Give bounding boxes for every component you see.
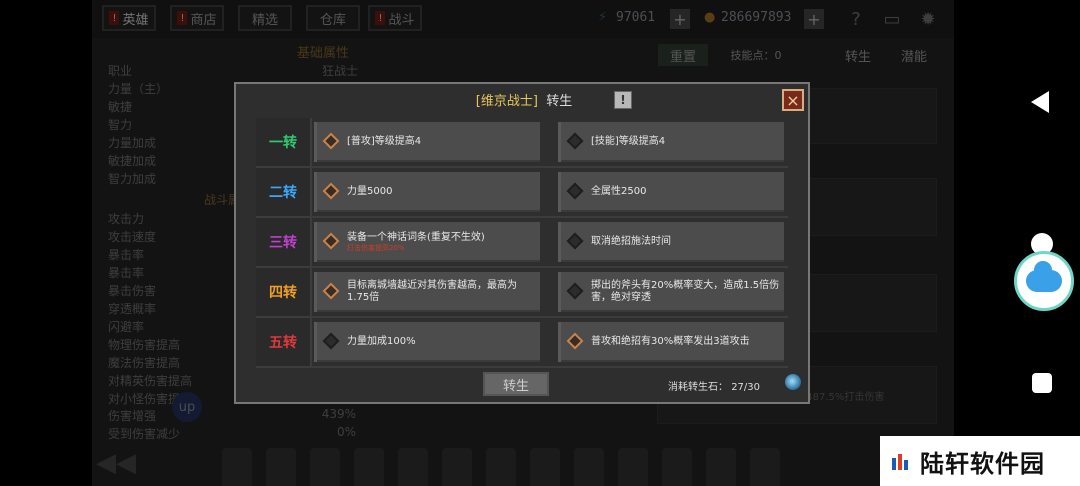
option-text: [技能]等级提高4 bbox=[591, 136, 666, 147]
watermark-text: 陆轩软件园 bbox=[920, 449, 1045, 478]
rebirth-dialog: [维京战士] 转生 ! × 一转 [普攻]等级提高4 [技能]等级提高4 二转 … bbox=[234, 82, 810, 404]
tab-featured[interactable]: 精选 bbox=[238, 5, 292, 31]
rebirth-button[interactable]: 转生 bbox=[483, 372, 549, 396]
tier-option[interactable]: 普攻和绝招有30%概率发出3道攻击 bbox=[558, 322, 784, 362]
diamond-icon bbox=[566, 332, 584, 350]
gold-count: 286697893 bbox=[721, 10, 792, 25]
coin-icon: ● bbox=[704, 10, 716, 25]
option-text: [普攻]等级提高4 bbox=[347, 136, 422, 147]
hero-portrait[interactable] bbox=[222, 448, 252, 486]
tier-label: 三转 bbox=[256, 218, 312, 266]
hero-portrait[interactable] bbox=[618, 448, 648, 486]
tier-row-1: 一转 [普攻]等级提高4 [技能]等级提高4 bbox=[256, 118, 788, 168]
diamond-icon bbox=[322, 332, 340, 350]
option-text: 力量加成100% bbox=[347, 336, 416, 347]
tier-row-4: 四转 目标离城墙越近对其伤害越高，最高为1.75倍 掷出的斧头有20%概率变大，… bbox=[256, 268, 788, 318]
option-text: 掷出的斧头有20%概率变大，造成1.5倍伤害，绝对穿透 bbox=[591, 280, 780, 303]
hero-portrait[interactable] bbox=[398, 448, 428, 486]
diamond-icon bbox=[566, 182, 584, 200]
back-icon[interactable] bbox=[1031, 91, 1049, 113]
option-text: 取消绝招施法时间 bbox=[591, 236, 671, 247]
tier-option[interactable]: 全属性2500 bbox=[558, 172, 784, 212]
diamond-icon bbox=[322, 232, 340, 250]
dialog-title: [维京战士] 转生 bbox=[475, 94, 573, 109]
watermark: 陆轩软件园 bbox=[880, 436, 1080, 486]
alert-icon: ! bbox=[177, 11, 188, 25]
tab-shop[interactable]: ! 商店 bbox=[170, 5, 224, 31]
hero-portrait[interactable] bbox=[354, 448, 384, 486]
tier-label: 一转 bbox=[256, 118, 312, 166]
option-text: 全属性2500 bbox=[591, 186, 647, 197]
tab-transfer[interactable]: 转生 bbox=[836, 44, 880, 66]
tier-option[interactable]: 取消绝招施法时间 bbox=[558, 222, 784, 262]
option-text: 普攻和绝招有30%概率发出3道攻击 bbox=[591, 336, 750, 347]
alert-icon: ! bbox=[109, 11, 120, 25]
attr-row: 职业 狂战士 bbox=[108, 64, 358, 78]
diamond-icon bbox=[322, 132, 340, 150]
tier-option[interactable]: [普攻]等级提高4 bbox=[314, 122, 540, 162]
tier-label: 二转 bbox=[256, 168, 312, 216]
tier-option[interactable]: 目标离城墙越近对其伤害越高，最高为1.75倍 bbox=[314, 272, 540, 312]
energy-count: 97061 bbox=[616, 10, 656, 25]
hero-portrait[interactable] bbox=[486, 448, 516, 486]
option-subtext: 打击伤害提高20% bbox=[347, 243, 405, 252]
info-icon[interactable]: ! bbox=[614, 91, 632, 109]
tier-label: 五转 bbox=[256, 318, 312, 366]
help-icon[interactable]: ? bbox=[844, 7, 868, 31]
hero-portrait[interactable] bbox=[706, 448, 736, 486]
add-energy-button[interactable]: + bbox=[670, 9, 690, 29]
tab-heroes[interactable]: ! 英雄 bbox=[102, 5, 156, 31]
hero-portrait[interactable] bbox=[530, 448, 560, 486]
diamond-icon bbox=[566, 282, 584, 300]
tier-option[interactable]: 力量加成100% bbox=[314, 322, 540, 362]
hero-portrait[interactable] bbox=[266, 448, 296, 486]
close-button[interactable]: × bbox=[782, 89, 804, 111]
hero-portrait[interactable] bbox=[574, 448, 604, 486]
option-text: 力量5000 bbox=[347, 186, 393, 197]
recent-apps-icon[interactable] bbox=[1032, 373, 1052, 393]
top-bar: ! 英雄 ! 商店 精选 仓库 ! 战斗 ⚡ 97061 + ● 286697893 … bbox=[92, 0, 954, 38]
diamond-icon bbox=[322, 182, 340, 200]
watermark-logo-icon bbox=[892, 454, 908, 470]
tier-label: 四转 bbox=[256, 268, 312, 316]
option-text: 装备一个神话词条(重复不生效) 打击伤害提高20% bbox=[347, 231, 485, 252]
alert-icon: ! bbox=[375, 11, 386, 25]
option-text: 目标离城墙越近对其伤害越高，最高为1.75倍 bbox=[347, 280, 517, 303]
stone-cost: 消耗转生石： 27/30 bbox=[668, 382, 761, 393]
hero-portrait[interactable] bbox=[750, 448, 780, 486]
cloud-icon[interactable] bbox=[1014, 251, 1074, 311]
tab-battle[interactable]: ! 战斗 bbox=[368, 5, 422, 31]
basic-attr-title: 基础属性 bbox=[297, 46, 350, 61]
attr-row: 伤害增强 439% bbox=[108, 407, 356, 423]
hero-portrait[interactable] bbox=[662, 448, 692, 486]
reset-button[interactable]: 重置 bbox=[658, 44, 708, 66]
tier-row-2: 二转 力量5000 全属性2500 bbox=[256, 168, 788, 218]
diamond-icon bbox=[322, 282, 340, 300]
diamond-icon bbox=[566, 232, 584, 250]
diamond-icon bbox=[566, 132, 584, 150]
add-gold-button[interactable]: + bbox=[804, 9, 824, 29]
tier-row-3: 三转 装备一个神话词条(重复不生效) 打击伤害提高20% 取消绝招施法时间 bbox=[256, 218, 788, 268]
tier-option[interactable]: 力量5000 bbox=[314, 172, 540, 212]
hero-portrait[interactable] bbox=[442, 448, 472, 486]
hero-portrait[interactable] bbox=[310, 448, 340, 486]
tab-potential[interactable]: 潜能 bbox=[892, 44, 936, 66]
lightning-icon: ⚡ bbox=[598, 10, 608, 25]
tier-option[interactable]: 装备一个神话词条(重复不生效) 打击伤害提高20% bbox=[314, 222, 540, 262]
tier-option[interactable]: [技能]等级提高4 bbox=[558, 122, 784, 162]
rebirth-stone-icon bbox=[785, 374, 801, 390]
gear-icon[interactable]: ✹ bbox=[916, 7, 940, 31]
avatar-badge[interactable]: up bbox=[172, 392, 202, 422]
tier-option[interactable]: 掷出的斧头有20%概率变大，造成1.5倍伤害，绝对穿透 bbox=[558, 272, 784, 312]
gamepad-icon[interactable]: ▭ bbox=[880, 7, 904, 31]
tab-warehouse[interactable]: 仓库 bbox=[306, 5, 360, 31]
hero-strip bbox=[92, 438, 954, 486]
tier-row-5: 五转 力量加成100% 普攻和绝招有30%概率发出3道攻击 bbox=[256, 318, 788, 368]
skill-points: 技能点：0 bbox=[730, 49, 782, 62]
